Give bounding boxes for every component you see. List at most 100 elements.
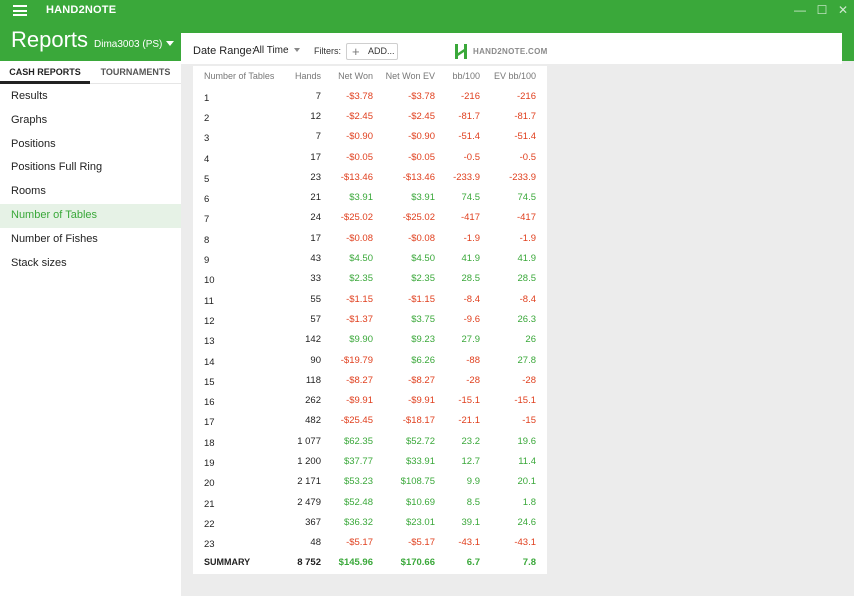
column-header-bb-100[interactable]: bb/100 xyxy=(435,66,480,86)
table-row[interactable]: 7 24 -$25.02 -$25.02 -417 -417 xyxy=(193,208,536,228)
cell-number-of-tables: 18 xyxy=(204,437,215,449)
cell-number-of-tables: 1 xyxy=(204,92,210,104)
table-row[interactable]: 1 7 -$3.78 -$3.78 -216 -216 xyxy=(193,86,536,106)
table-row[interactable]: 6 21 $3.91 $3.91 74.5 74.5 xyxy=(193,187,536,207)
cell-net-won: -$0.05 xyxy=(346,151,373,163)
cell-hands: 57 xyxy=(310,313,321,325)
cell-net-won-ev: -$5.17 xyxy=(408,537,435,549)
cell-ev-bb-100: -233.9 xyxy=(509,171,536,183)
cell-bb-100: -28 xyxy=(466,374,480,386)
add-filter-button[interactable]: + ADD... xyxy=(346,43,398,60)
sidebar-item-stack-sizes[interactable]: Stack sizes xyxy=(0,252,181,276)
cell-hands: 24 xyxy=(310,212,321,224)
account-selector[interactable]: Dima3003 (PS) xyxy=(94,39,175,50)
table-row[interactable]: 19 1 200 $37.77 $33.91 12.7 11.4 xyxy=(193,451,536,471)
cell-number-of-tables: 21 xyxy=(204,498,215,510)
table-row[interactable]: 2 12 -$2.45 -$2.45 -81.7 -81.7 xyxy=(193,106,536,126)
table-row[interactable]: 3 7 -$0.90 -$0.90 -51.4 -51.4 xyxy=(193,127,536,147)
cell-hands: 12 xyxy=(310,110,321,122)
date-range-select[interactable]: All Time xyxy=(253,45,300,56)
tab-cash-reports[interactable]: CASH REPORTS xyxy=(0,61,90,84)
sidebar-item-number-of-fishes[interactable]: Number of Fishes xyxy=(0,228,181,252)
cell-number-of-tables: 3 xyxy=(204,133,210,145)
cell-ev-bb-100: 7.8 xyxy=(522,556,536,568)
column-header-net-won[interactable]: Net Won xyxy=(321,66,373,86)
table-row[interactable]: 9 43 $4.50 $4.50 41.9 41.9 xyxy=(193,248,536,268)
cell-net-won: $62.35 xyxy=(343,435,373,447)
filter-bar: Date Range: All Time Filters: + ADD... H… xyxy=(181,33,842,64)
cell-net-won-ev: $6.26 xyxy=(411,354,435,366)
sidebar-item-positions-full-ring[interactable]: Positions Full Ring xyxy=(0,156,181,180)
cell-number-of-tables: 12 xyxy=(204,315,215,327)
table-row[interactable]: 13 142 $9.90 $9.23 27.9 26 xyxy=(193,330,536,350)
cell-net-won-ev: -$8.27 xyxy=(408,374,435,386)
table-row[interactable]: 23 48 -$5.17 -$5.17 -43.1 -43.1 xyxy=(193,533,536,553)
cell-ev-bb-100: 20.1 xyxy=(517,476,537,488)
cell-net-won: -$25.02 xyxy=(340,212,373,224)
cell-number-of-tables: 16 xyxy=(204,397,215,409)
cell-net-won: -$3.78 xyxy=(346,90,373,102)
column-header-ev-bb-100[interactable]: EV bb/100 xyxy=(480,66,536,86)
cell-bb-100: -8.4 xyxy=(463,293,480,305)
table-row[interactable]: 10 33 $2.35 $2.35 28.5 28.5 xyxy=(193,269,536,289)
cell-ev-bb-100: 1.8 xyxy=(522,496,536,508)
cell-net-won: $36.32 xyxy=(343,516,373,528)
sidebar-item-graphs[interactable]: Graphs xyxy=(0,109,181,133)
report-content: Number of Tables Hands Net Won Net Won E… xyxy=(181,64,842,596)
table-row[interactable]: 15 118 -$8.27 -$8.27 -28 -28 xyxy=(193,370,536,390)
table-row[interactable]: 12 57 -$1.37 $3.75 -9.6 26.3 xyxy=(193,309,536,329)
cell-net-won-ev: -$25.02 xyxy=(402,212,435,224)
sidebar-item-number-of-tables[interactable]: Number of Tables xyxy=(0,203,181,228)
maximize-button[interactable]: ☐ xyxy=(815,3,829,17)
cell-number-of-tables: 22 xyxy=(204,518,215,530)
table-row[interactable]: 8 17 -$0.08 -$0.08 -1.9 -1.9 xyxy=(193,228,536,248)
cell-hands: 2 171 xyxy=(297,476,321,488)
cell-net-won-ev: $23.01 xyxy=(405,516,435,528)
cell-net-won-ev: -$0.90 xyxy=(408,131,435,143)
cell-hands: 1 077 xyxy=(297,435,321,447)
cell-ev-bb-100: -28 xyxy=(522,374,536,386)
page-title: Reports xyxy=(11,27,89,52)
table-row[interactable]: 17 482 -$25.45 -$18.17 -21.1 -15 xyxy=(193,411,536,431)
sidebar-item-positions[interactable]: Positions xyxy=(0,133,181,157)
cell-ev-bb-100: 28.5 xyxy=(517,273,537,285)
table-row[interactable]: 20 2 171 $53.23 $108.75 9.9 20.1 xyxy=(193,472,536,492)
minimize-button[interactable]: — xyxy=(793,3,807,17)
cell-hands: 7 xyxy=(315,90,321,102)
sidebar-item-rooms[interactable]: Rooms xyxy=(0,180,181,204)
cell-hands: 2 479 xyxy=(297,496,321,508)
table-row[interactable]: 21 2 479 $52.48 $10.69 8.5 1.8 xyxy=(193,492,536,512)
column-header-hands[interactable]: Hands xyxy=(279,66,321,86)
table-row[interactable]: 22 367 $36.32 $23.01 39.1 24.6 xyxy=(193,512,536,532)
column-header-number-of-tables[interactable]: Number of Tables xyxy=(193,66,279,86)
cell-ev-bb-100: -417 xyxy=(516,212,536,224)
cell-net-won: $37.77 xyxy=(343,455,373,467)
table-row[interactable]: 4 17 -$0.05 -$0.05 -0.5 -0.5 xyxy=(193,147,536,167)
summary-row[interactable]: SUMMARY 8 752 $145.96 $170.66 6.7 7.8 xyxy=(193,553,536,572)
table-row[interactable]: 14 90 -$19.79 $6.26 -88 27.8 xyxy=(193,350,536,370)
cell-ev-bb-100: -8.4 xyxy=(519,293,536,305)
cell-bb-100: -9.6 xyxy=(463,313,480,325)
cell-net-won-ev: $33.91 xyxy=(405,455,435,467)
table-row[interactable]: 5 23 -$13.46 -$13.46 -233.9 -233.9 xyxy=(193,167,536,187)
report-table-card: Number of Tables Hands Net Won Net Won E… xyxy=(193,66,547,574)
cell-net-won: -$13.46 xyxy=(340,171,373,183)
sidebar-item-results[interactable]: Results xyxy=(0,85,181,109)
chevron-down-icon xyxy=(293,48,300,52)
table-row[interactable]: 18 1 077 $62.35 $52.72 23.2 19.6 xyxy=(193,431,536,451)
tab-tournaments[interactable]: TOURNAMENTS xyxy=(90,61,181,84)
cell-net-won: -$9.91 xyxy=(346,395,373,407)
cell-number-of-tables: 15 xyxy=(204,376,215,388)
table-row[interactable]: 16 262 -$9.91 -$9.91 -15.1 -15.1 xyxy=(193,390,536,410)
table-row[interactable]: 11 55 -$1.15 -$1.15 -8.4 -8.4 xyxy=(193,289,536,309)
menu-icon[interactable] xyxy=(13,5,27,16)
cell-ev-bb-100: 27.8 xyxy=(517,354,537,366)
column-header-net-won-ev[interactable]: Net Won EV xyxy=(373,66,435,86)
cell-bb-100: 12.7 xyxy=(461,455,481,467)
cell-net-won: -$0.08 xyxy=(346,232,373,244)
date-range-label: Date Range: xyxy=(193,45,255,57)
cell-net-won: -$2.45 xyxy=(346,110,373,122)
cell-bb-100: -233.9 xyxy=(453,171,480,183)
close-button[interactable]: ✕ xyxy=(836,3,850,17)
cell-bb-100: 41.9 xyxy=(461,253,481,265)
